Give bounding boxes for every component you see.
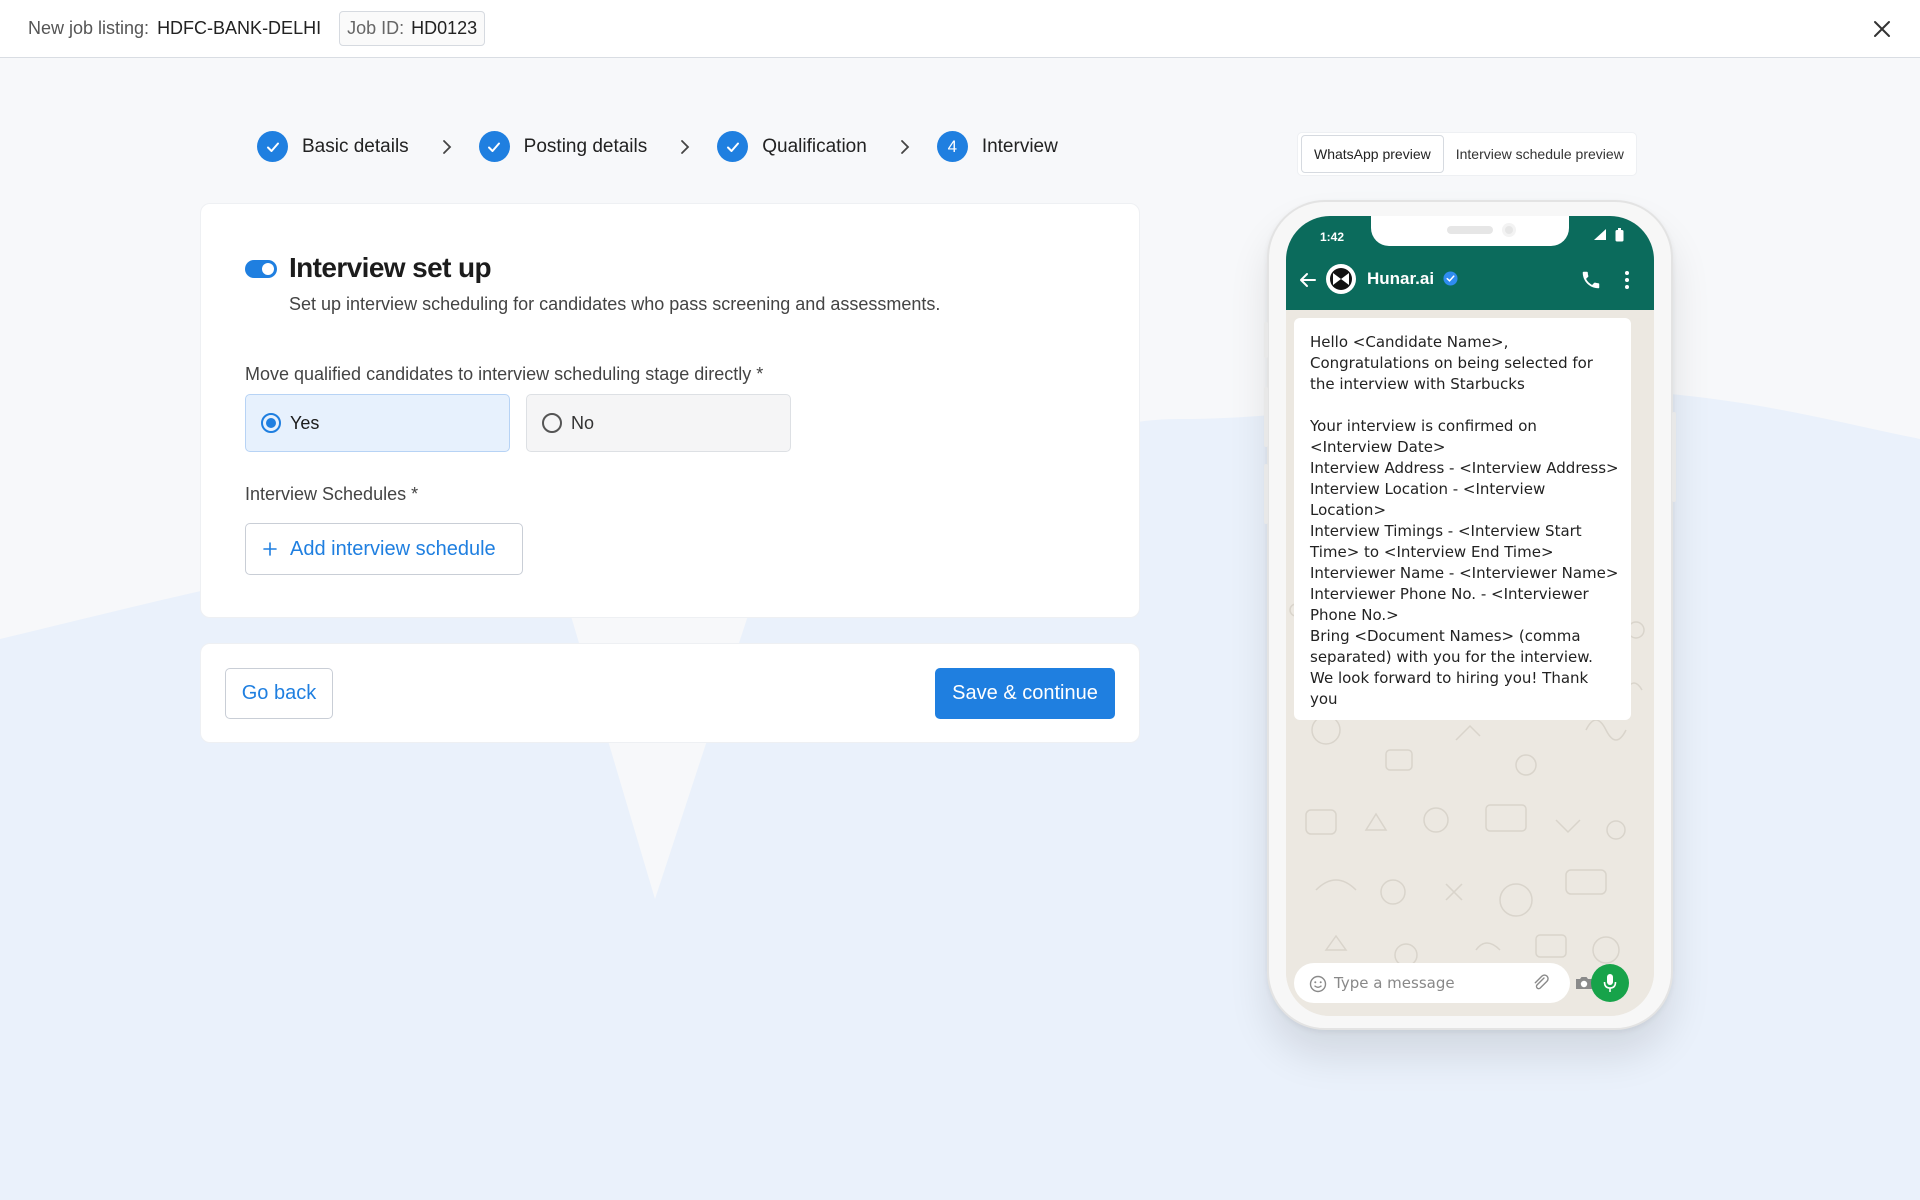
save-continue-button[interactable]: Save & continue	[935, 668, 1115, 719]
status-time: 1:42	[1320, 230, 1345, 244]
step-basic-details[interactable]: Basic details	[257, 131, 409, 162]
step-interview[interactable]: 4 Interview	[936, 131, 1058, 162]
speaker	[1447, 226, 1493, 234]
radio-label: No	[571, 412, 595, 433]
move-candidates-question: Move qualified candidates to interview s…	[245, 364, 764, 384]
listing-label: New job listing:	[28, 18, 150, 38]
chevron-right-icon	[677, 139, 693, 155]
front-camera	[1502, 223, 1516, 237]
footer-actions: Go back Save & continue	[200, 643, 1140, 743]
phone-side-button	[1264, 322, 1268, 358]
radio-option-yes[interactable]: Yes	[245, 394, 510, 452]
message-input-bar[interactable]: Type a message	[1294, 963, 1592, 1003]
job-id-label: Job ID:	[347, 18, 405, 38]
step-label: Interview	[981, 135, 1058, 157]
check-icon	[717, 131, 749, 162]
phone-notch	[1371, 216, 1569, 246]
whatsapp-header: 1:42 Hunar.ai	[1286, 216, 1654, 310]
phone-side-button	[1672, 412, 1676, 502]
card-title: Interview set up	[289, 252, 492, 283]
phone-side-button	[1264, 387, 1268, 447]
card-subtitle: Set up interview scheduling for candidat…	[289, 294, 941, 314]
stepper: Basic details Posting details Qualificat…	[257, 131, 1058, 162]
preview-tabs: WhatsApp preview Interview schedule prev…	[1297, 132, 1637, 176]
job-id-badge: Job ID: HD0123	[339, 11, 486, 46]
message-placeholder: Type a message	[1334, 974, 1455, 992]
contact-name: Hunar.ai	[1367, 269, 1435, 288]
radio-button	[542, 413, 562, 433]
interview-setup-card: Interview set up Set up interview schedu…	[200, 203, 1140, 618]
mic-icon	[1603, 974, 1617, 992]
phone-screen: 1:42 Hunar.ai Hello <Candidate Name>, Co…	[1286, 216, 1654, 1016]
radio-option-no[interactable]: No	[526, 394, 791, 452]
add-interview-schedule-button[interactable]: Add interview schedule	[245, 523, 523, 575]
listing-value: HDFC-BANK-DELHI	[157, 18, 322, 38]
radio-button-selected	[261, 413, 281, 433]
plus-icon	[263, 542, 277, 556]
contact-avatar	[1326, 264, 1356, 294]
step-posting-details[interactable]: Posting details	[478, 131, 648, 162]
tab-whatsapp-preview[interactable]: WhatsApp preview	[1301, 135, 1444, 173]
signal-icon	[1594, 229, 1606, 240]
step-number: 4	[936, 131, 968, 162]
radio-label: Yes	[290, 412, 320, 433]
back-arrow-icon[interactable]	[1298, 270, 1318, 290]
step-label: Qualification	[762, 135, 867, 157]
step-label: Basic details	[302, 135, 409, 157]
step-label: Posting details	[523, 135, 648, 157]
mic-button[interactable]	[1591, 964, 1629, 1002]
go-back-button[interactable]: Go back	[225, 668, 333, 719]
step-qualification[interactable]: Qualification	[717, 131, 867, 162]
tab-interview-schedule-preview[interactable]: Interview schedule preview	[1444, 135, 1636, 173]
interview-setup-toggle[interactable]	[245, 260, 277, 278]
status-icons	[1593, 228, 1624, 242]
battery-icon	[1615, 228, 1624, 242]
job-id-value: HD0123	[411, 18, 478, 38]
check-icon	[257, 131, 288, 162]
more-vertical-icon[interactable]	[1622, 269, 1632, 291]
attachment-icon[interactable]	[1532, 974, 1550, 992]
interview-schedules-label: Interview Schedules *	[245, 484, 419, 504]
check-icon	[478, 131, 510, 162]
chevron-right-icon	[439, 139, 455, 155]
verified-icon	[1443, 271, 1458, 286]
emoji-icon[interactable]	[1309, 975, 1327, 993]
phone-side-button	[1264, 464, 1268, 524]
close-icon[interactable]	[1870, 17, 1894, 41]
whatsapp-message-bubble: Hello <Candidate Name>, Congratulations …	[1294, 318, 1631, 720]
chevron-right-icon	[897, 139, 913, 155]
phone-icon[interactable]	[1580, 269, 1602, 291]
add-schedule-label: Add interview schedule	[290, 537, 496, 560]
hunar-logo-icon	[1330, 268, 1352, 290]
top-bar: New job listing: HDFC-BANK-DELHI Job ID:…	[0, 0, 1920, 58]
phone-mockup: 1:42 Hunar.ai Hello <Candidate Name>, Co…	[1264, 200, 1676, 1030]
